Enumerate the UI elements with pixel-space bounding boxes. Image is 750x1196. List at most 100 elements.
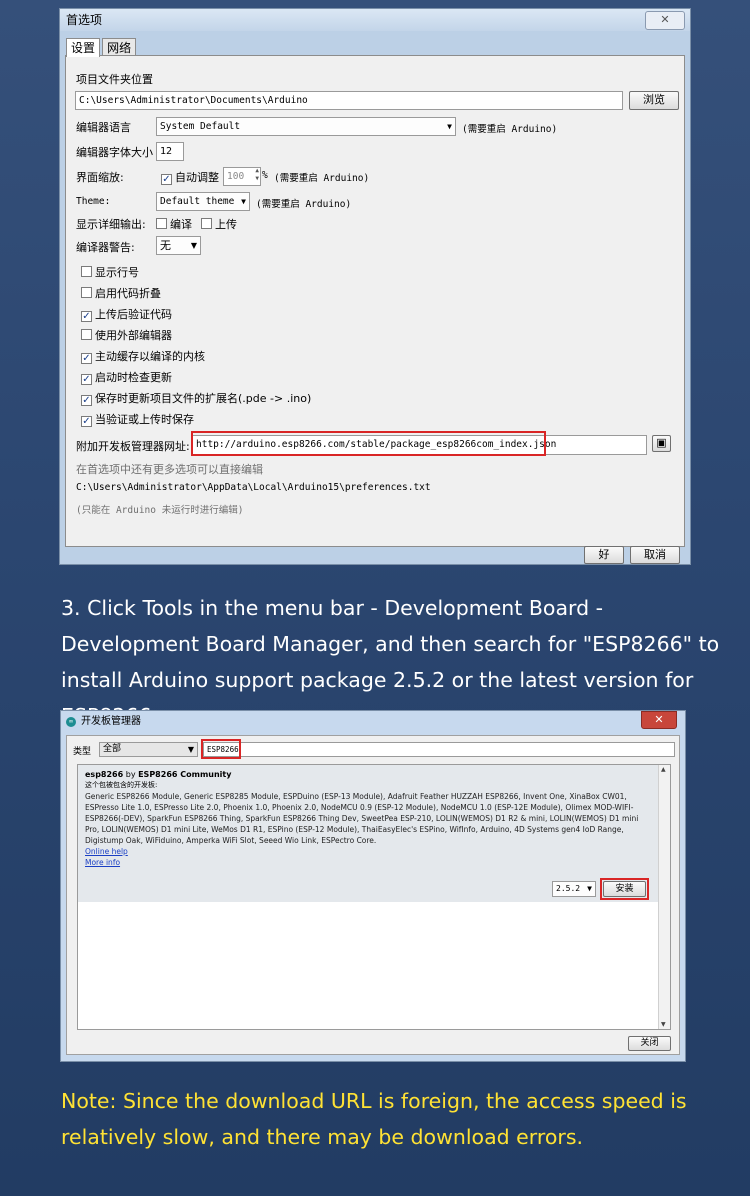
option-label: 上传后验证代码 bbox=[95, 308, 172, 321]
verbose-compile-label: 编译 bbox=[170, 218, 192, 231]
included-boards-list: Generic ESP8266 Module, Generic ESP8285 … bbox=[85, 791, 650, 868]
restart-note-theme: (需要重启 Arduino) bbox=[256, 199, 352, 210]
chevron-down-icon: ▼ bbox=[187, 745, 194, 754]
option-checkbox[interactable]: ✓ bbox=[81, 416, 92, 427]
editor-language-value: System Default bbox=[160, 121, 241, 132]
preferences-title: 首选项 bbox=[66, 13, 103, 27]
chevron-down-icon: ▼ bbox=[587, 884, 592, 893]
more-prefs-note: 在首选项中还有更多选项可以直接编辑 bbox=[76, 463, 263, 476]
type-select[interactable]: 全部 ▼ bbox=[99, 742, 198, 757]
close-icon[interactable]: ✕ bbox=[645, 11, 685, 30]
tab-settings[interactable]: 设置 bbox=[66, 38, 101, 57]
spinner-icon[interactable]: ▲ ▼ bbox=[255, 168, 259, 183]
window-icon[interactable]: ▣ bbox=[652, 435, 671, 452]
option-checkbox[interactable] bbox=[81, 287, 92, 298]
warnings-value: 无 bbox=[160, 239, 171, 252]
option-checkbox[interactable] bbox=[81, 266, 92, 277]
settings-panel: 项目文件夹位置 C:\Users\Administrator\Documents… bbox=[65, 55, 685, 547]
type-value: 全部 bbox=[103, 744, 122, 754]
zoom-label: 界面缩放: bbox=[76, 171, 124, 184]
editor-language-select[interactable]: System Default ▼ bbox=[156, 117, 456, 136]
font-size-input[interactable]: 12 bbox=[156, 142, 184, 161]
zoom-input[interactable]: 100 ▲ ▼ bbox=[223, 167, 261, 186]
zoom-value: 100 bbox=[227, 171, 245, 182]
chevron-down-icon: ▼ bbox=[190, 241, 197, 250]
verbose-compile-row: 编译 bbox=[156, 216, 192, 232]
version-select[interactable]: 2.5.2 ▼ bbox=[552, 881, 596, 897]
verbose-label: 显示详细输出: bbox=[76, 218, 146, 231]
option-checkbox[interactable]: ✓ bbox=[81, 353, 92, 364]
verbose-compile-checkbox[interactable] bbox=[156, 218, 167, 229]
theme-value: Default theme bbox=[160, 196, 235, 207]
option-row: ✓ 保存时更新项目文件的扩展名(.pde -> .ino) bbox=[81, 390, 311, 406]
theme-label: Theme: bbox=[76, 196, 111, 207]
editor-language-label: 编辑器语言 bbox=[76, 121, 131, 134]
close-icon[interactable]: ✕ bbox=[641, 711, 677, 729]
download-note: Note: Since the download URL is foreign,… bbox=[61, 1089, 687, 1149]
version-value: 2.5.2 bbox=[556, 884, 581, 893]
option-row: ✓ 主动缓存以编译的内核 bbox=[81, 348, 205, 364]
option-checkbox[interactable]: ✓ bbox=[81, 311, 92, 322]
verbose-upload-checkbox[interactable] bbox=[201, 218, 212, 229]
highlight-box bbox=[201, 739, 241, 759]
option-label: 启动时检查更新 bbox=[95, 371, 172, 384]
highlight-box bbox=[191, 431, 546, 456]
option-checkbox[interactable]: ✓ bbox=[81, 374, 92, 385]
theme-select[interactable]: Default theme ▼ bbox=[156, 192, 250, 211]
option-row: ✓ 当验证或上传时保存 bbox=[81, 411, 194, 427]
included-boards-label: 这个包被包含的开发板: bbox=[85, 781, 158, 789]
highlight-box bbox=[600, 878, 649, 900]
package-name: esp8266 bbox=[85, 770, 124, 779]
online-help-link[interactable]: Online help bbox=[85, 847, 128, 856]
board-url-label: 附加开发板管理器网址: bbox=[76, 440, 190, 453]
scroll-up-icon[interactable]: ▲ bbox=[661, 766, 666, 773]
option-checkbox[interactable] bbox=[81, 329, 92, 340]
restart-note-zoom: (需要重启 Arduino) bbox=[274, 173, 370, 184]
boards-list: esp8266 by ESP8266 Community 这个包被包含的开发板:… bbox=[77, 764, 671, 1030]
type-label: 类型 bbox=[73, 747, 92, 757]
cancel-button[interactable]: 取消 bbox=[630, 546, 680, 564]
preferences-window: 首选项 ✕ 设置 网络 项目文件夹位置 C:\Users\Administrat… bbox=[59, 8, 691, 565]
option-label: 保存时更新项目文件的扩展名(.pde -> .ino) bbox=[95, 392, 312, 405]
chevron-down-icon: ▼ bbox=[447, 122, 452, 131]
option-row: 启用代码折叠 bbox=[81, 285, 161, 301]
preferences-titlebar: 首选项 ✕ bbox=[60, 9, 690, 31]
ok-button[interactable]: 好 bbox=[584, 546, 624, 564]
boards-manager-body: 类型 全部 ▼ ESP8266 esp8266 by ESP8266 Commu… bbox=[66, 735, 680, 1055]
option-label: 启用代码折叠 bbox=[95, 287, 161, 300]
more-info-link[interactable]: More info bbox=[85, 858, 120, 867]
option-label: 当验证或上传时保存 bbox=[95, 413, 194, 426]
sketchbook-label: 项目文件夹位置 bbox=[76, 73, 153, 86]
board-package-card[interactable]: esp8266 by ESP8266 Community 这个包被包含的开发板:… bbox=[78, 765, 660, 902]
verbose-upload-row: 上传 bbox=[201, 216, 237, 232]
boards-manager-titlebar: ∞ 开发板管理器 ✕ bbox=[61, 711, 685, 733]
sketchbook-path-input[interactable]: C:\Users\Administrator\Documents\Arduino bbox=[75, 91, 623, 110]
restart-note-language: (需要重启 Arduino) bbox=[462, 124, 558, 135]
option-checkbox[interactable]: ✓ bbox=[81, 395, 92, 406]
option-row: ✓ 上传后验证代码 bbox=[81, 306, 172, 322]
boards-list-text: Generic ESP8266 Module, Generic ESP8285 … bbox=[85, 792, 639, 845]
option-label: 显示行号 bbox=[95, 266, 139, 279]
option-label: 使用外部编辑器 bbox=[95, 329, 172, 342]
auto-scale-label: 自动调整 bbox=[175, 171, 219, 184]
warnings-label: 编译器警告: bbox=[76, 241, 135, 254]
package-by: by bbox=[125, 770, 136, 779]
option-row: 使用外部编辑器 bbox=[81, 327, 172, 343]
close-button[interactable]: 关闭 bbox=[628, 1036, 671, 1051]
browse-button[interactable]: 浏览 bbox=[629, 91, 679, 110]
board-search-input[interactable]: ESP8266 bbox=[203, 742, 675, 757]
zoom-unit: % bbox=[262, 170, 268, 181]
arduino-logo-icon: ∞ bbox=[66, 717, 76, 727]
option-row: ✓ 启动时检查更新 bbox=[81, 369, 172, 385]
prefs-file-path[interactable]: C:\Users\Administrator\AppData\Local\Ard… bbox=[76, 482, 431, 493]
boards-manager-title: 开发板管理器 bbox=[81, 716, 141, 727]
font-size-label: 编辑器字体大小 bbox=[76, 146, 153, 159]
scroll-down-icon[interactable]: ▼ bbox=[661, 1021, 666, 1028]
edit-note: (只能在 Arduino 未运行时进行编辑) bbox=[76, 505, 244, 516]
list-scrollbar[interactable]: ▲ ▼ bbox=[658, 765, 670, 1029]
preferences-tabs: 设置 网络 bbox=[66, 37, 137, 57]
auto-scale-checkbox[interactable]: ✓ bbox=[161, 174, 172, 185]
chevron-down-icon: ▼ bbox=[241, 197, 246, 206]
option-label: 主动缓存以编译的内核 bbox=[95, 350, 205, 363]
warnings-select[interactable]: 无 ▼ bbox=[156, 236, 201, 255]
